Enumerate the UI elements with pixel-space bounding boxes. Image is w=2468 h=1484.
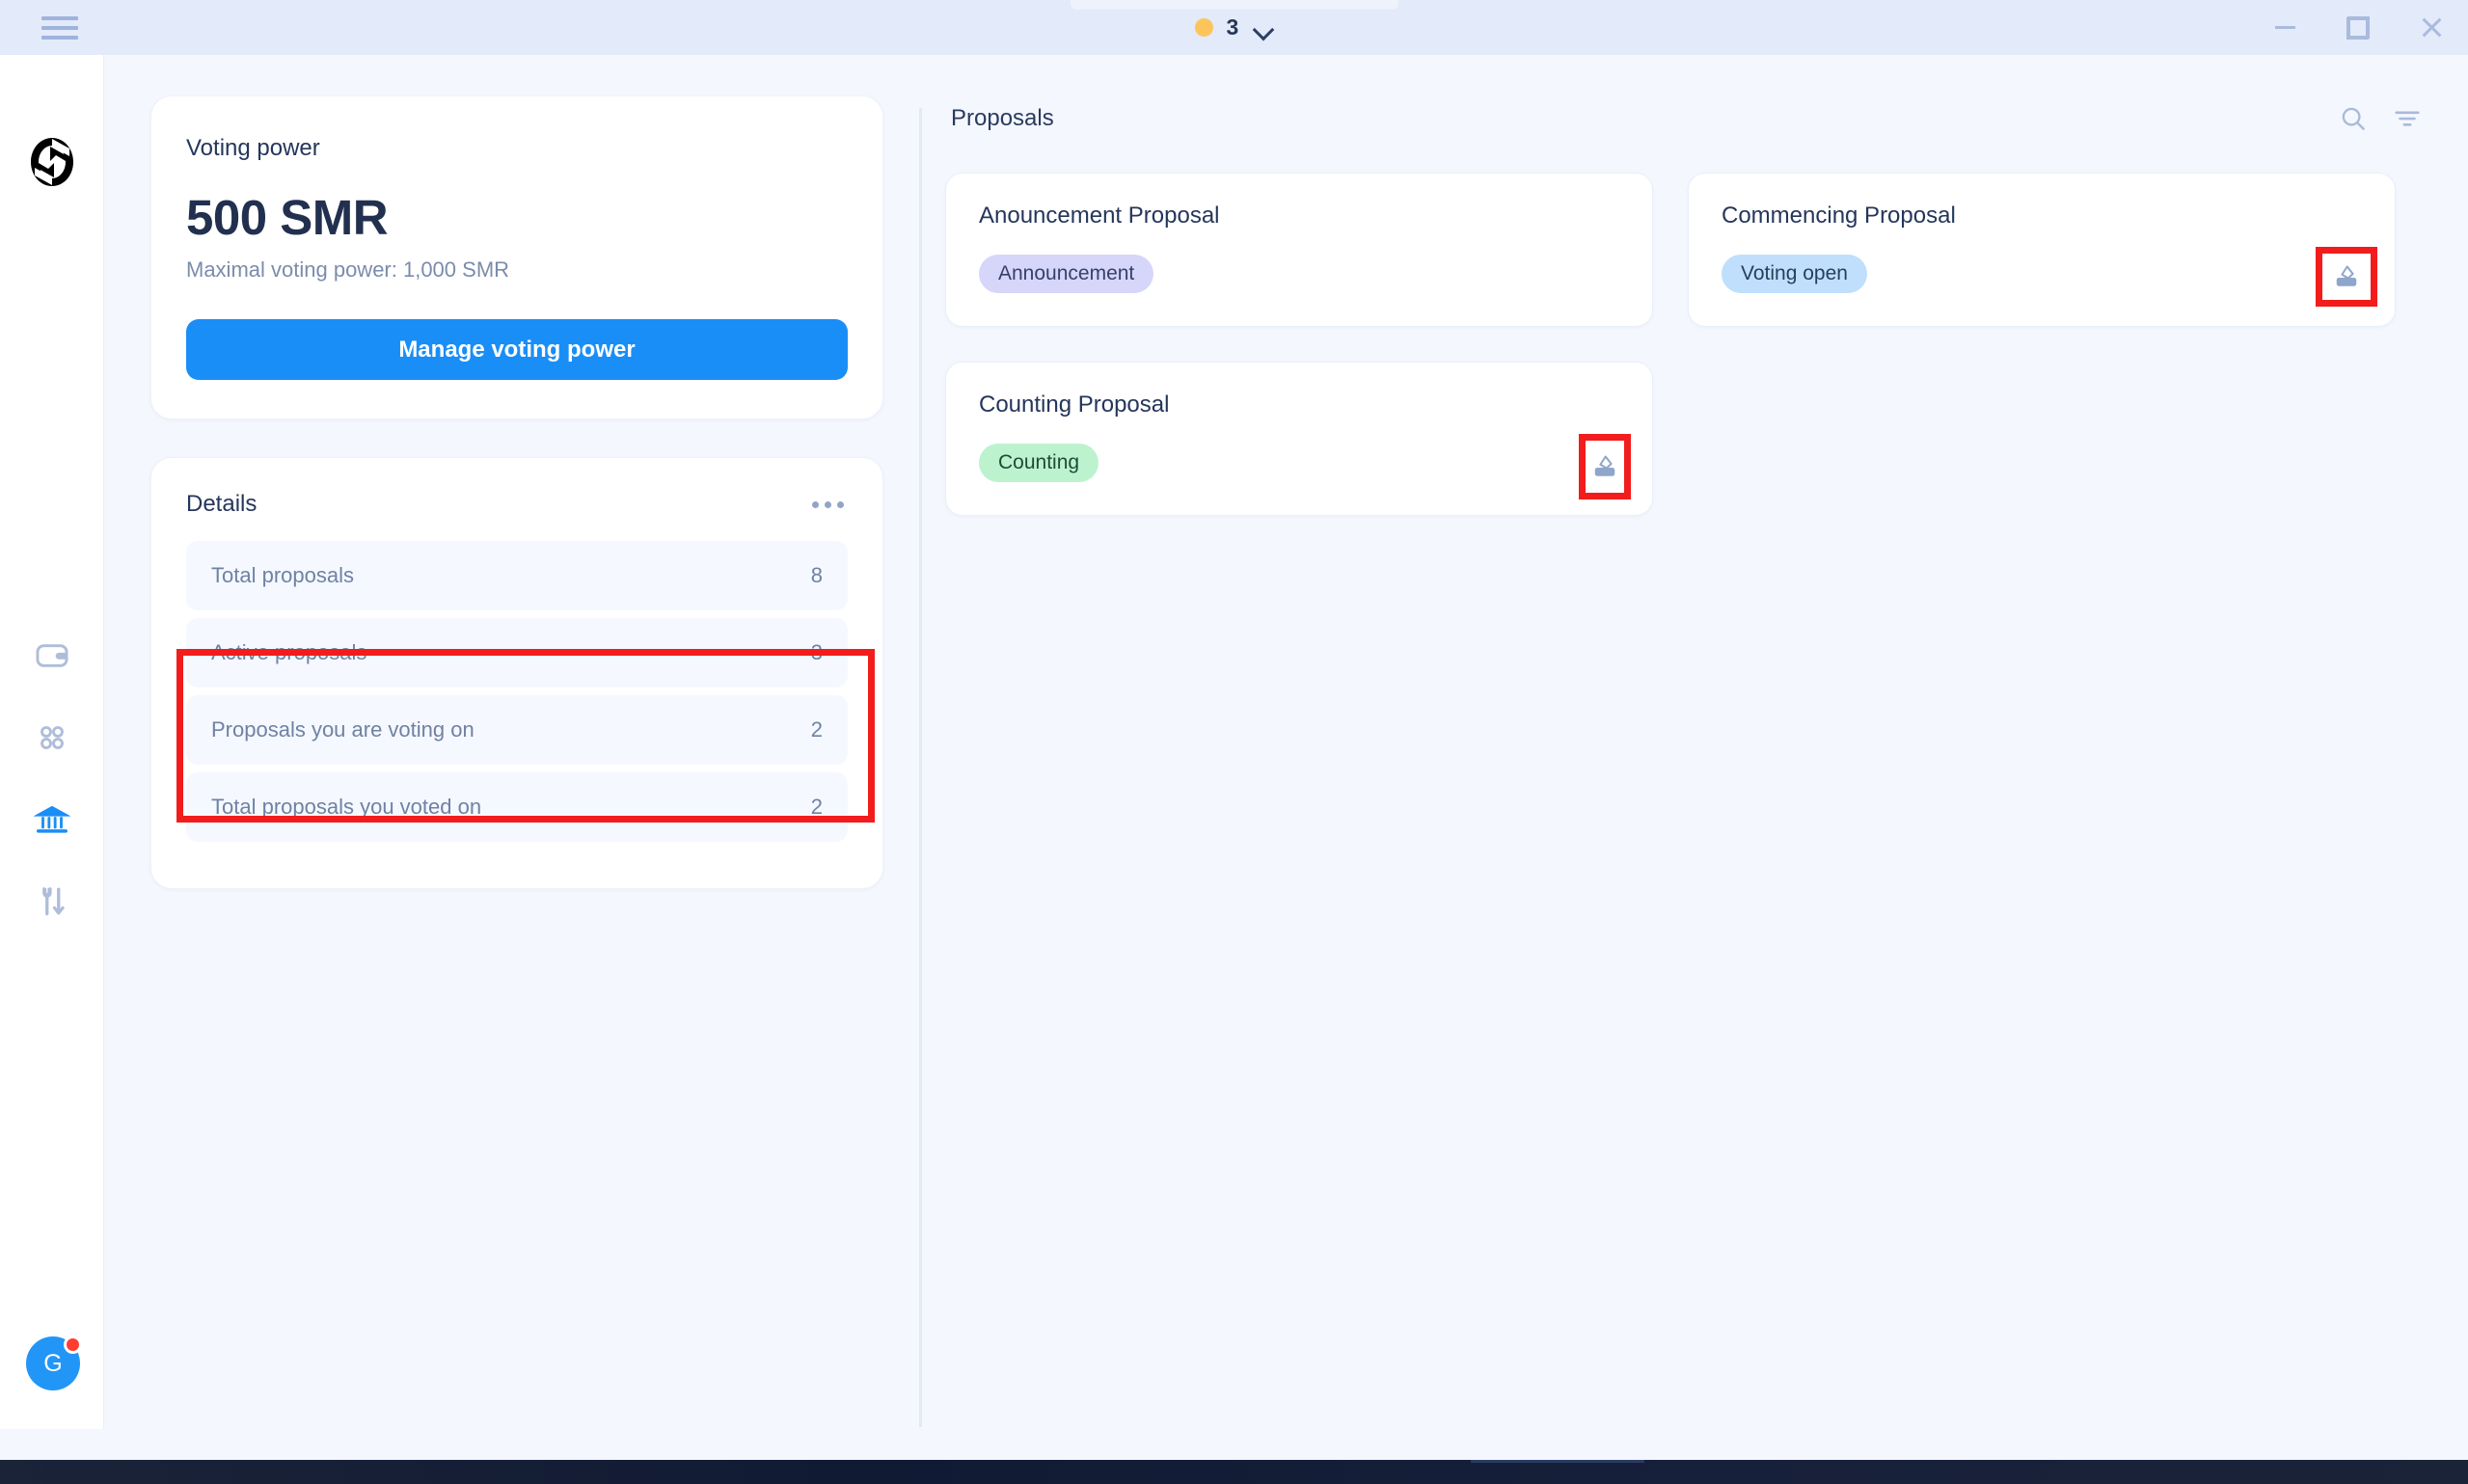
voting-power-card: Voting power 500 SMR Maximal voting powe… (150, 95, 883, 419)
sidebar-item-apps[interactable] (0, 696, 104, 778)
manage-voting-power-button[interactable]: Manage voting power (186, 319, 848, 380)
minimize-button[interactable] (2248, 0, 2321, 55)
sidebar-rail: G (0, 55, 104, 1429)
sidebar-item-wallet[interactable] (0, 614, 104, 696)
proposals-header: Proposals (945, 95, 2427, 142)
search-icon[interactable] (2339, 104, 2368, 133)
detail-value: 3 (811, 640, 823, 665)
detail-label: Proposals you are voting on (211, 717, 475, 742)
voting-power-amount: 500 SMR (186, 193, 848, 242)
proposal-title: Anouncement Proposal (979, 202, 1619, 229)
chevron-down-icon[interactable] (1253, 17, 1274, 39)
highlight-box-vote-button-counting[interactable] (1579, 434, 1631, 499)
notification-dot-icon (64, 1336, 82, 1354)
proposal-card-announcement[interactable]: Anouncement Proposal Announcement (945, 173, 1653, 327)
status-dot-icon (1195, 18, 1213, 37)
bank-governance-icon (34, 801, 70, 838)
tools-settings-icon (35, 884, 69, 919)
app-window: 3 (0, 0, 2468, 1484)
main-content: Voting power 500 SMR Maximal voting powe… (104, 55, 2468, 1429)
tab-count: 3 (1227, 14, 1239, 40)
column-divider (919, 108, 922, 1427)
minimize-icon (2275, 26, 2295, 29)
voting-power-title: Voting power (186, 135, 848, 162)
proposals-grid: Anouncement Proposal Announcement Commen… (945, 173, 2427, 516)
detail-row-total-proposals-you-voted-on: Total proposals you voted on 2 (186, 772, 848, 842)
left-column: Voting power 500 SMR Maximal voting powe… (150, 95, 883, 889)
details-header: Details (186, 491, 848, 518)
avatar[interactable]: G (26, 1336, 80, 1390)
proposals-header-actions (2339, 104, 2422, 133)
os-taskbar (0, 1460, 2468, 1484)
close-icon (2420, 16, 2443, 40)
wallet-icon (34, 637, 70, 674)
taskbar-active-segment (1471, 1460, 1644, 1463)
page-title: Proposals (951, 105, 1054, 132)
proposals-panel: Proposals Anouncement Proposa (945, 95, 2427, 516)
detail-row-proposals-you-are-voting-on: Proposals you are voting on 2 (186, 695, 848, 765)
filter-icon[interactable] (2393, 104, 2422, 133)
more-options-icon[interactable] (808, 494, 848, 516)
detail-row-total-proposals: Total proposals 8 (186, 541, 848, 610)
sidebar-item-settings[interactable] (0, 860, 104, 942)
detail-row-active-proposals: Active proposals 3 (186, 618, 848, 688)
proposal-card-commencing[interactable]: Commencing Proposal Voting open (1688, 173, 2396, 327)
restore-icon (2346, 16, 2370, 40)
grid-apps-icon (35, 720, 69, 755)
ballot-box-icon (1590, 452, 1619, 481)
details-card: Details Total proposals 8 Active proposa… (150, 457, 883, 889)
maximize-button[interactable] (2321, 0, 2395, 55)
highlight-box-vote-button-commencing[interactable] (2316, 247, 2377, 307)
tab-indicator[interactable]: 3 (0, 0, 2468, 55)
shimmer-logo[interactable] (27, 135, 77, 189)
detail-label: Total proposals (211, 563, 354, 588)
proposal-title: Counting Proposal (979, 391, 1619, 418)
detail-label: Active proposals (211, 640, 366, 665)
proposal-title: Commencing Proposal (1722, 202, 2362, 229)
details-title: Details (186, 491, 257, 518)
sidebar-item-governance[interactable] (0, 778, 104, 860)
status-badge: Counting (979, 444, 1098, 482)
close-button[interactable] (2395, 0, 2468, 55)
ballot-box-icon (2332, 262, 2361, 291)
maximal-voting-power: Maximal voting power: 1,000 SMR (186, 257, 848, 283)
status-badge: Announcement (979, 255, 1153, 293)
status-badge: Voting open (1722, 255, 1867, 293)
detail-value: 2 (811, 795, 823, 820)
window-controls (2248, 0, 2468, 55)
avatar-initial: G (43, 1350, 62, 1378)
detail-label: Total proposals you voted on (211, 795, 481, 820)
proposal-card-counting[interactable]: Counting Proposal Counting (945, 362, 1653, 516)
title-bar: 3 (0, 0, 2468, 55)
sidebar-items (0, 614, 104, 942)
detail-value: 8 (811, 563, 823, 588)
detail-value: 2 (811, 717, 823, 742)
